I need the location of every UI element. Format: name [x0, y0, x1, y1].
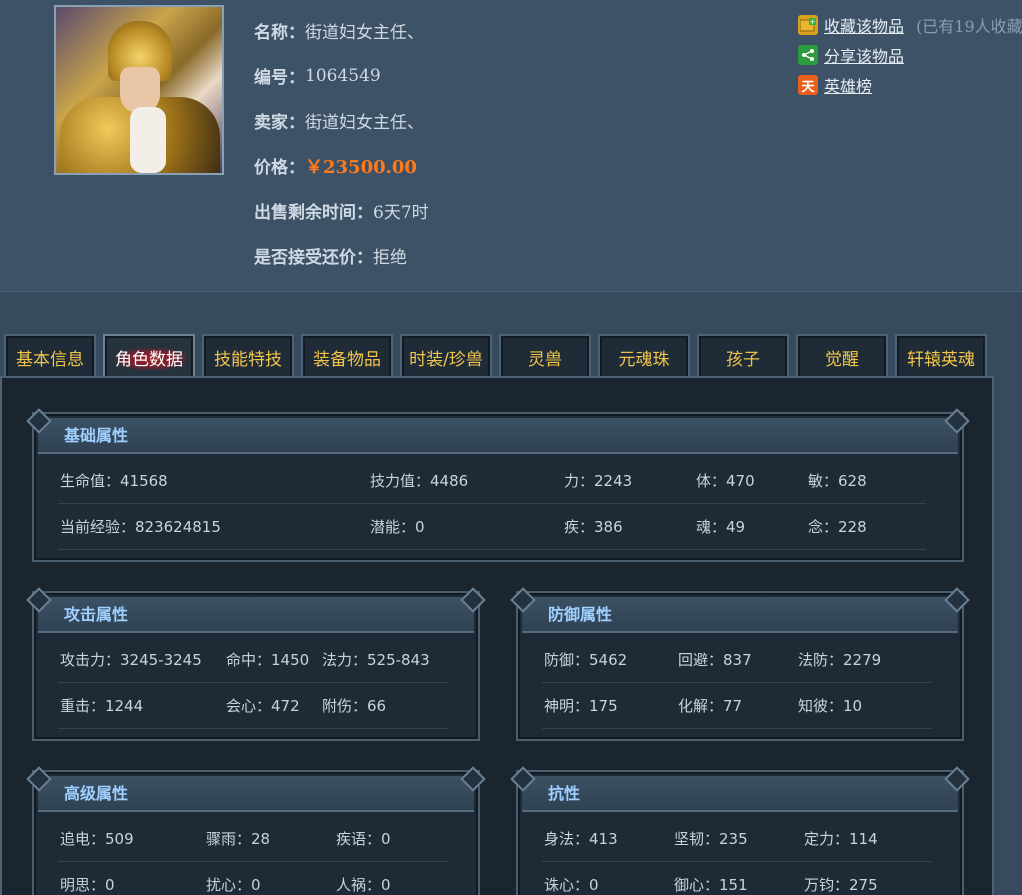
item-name: 街道妇女主任、 — [305, 23, 424, 43]
favorite-count: (已有19人收藏 — [916, 17, 1022, 36]
section-title: 基础属性 — [38, 418, 958, 454]
seller-name: 街道妇女主任、 — [305, 113, 424, 133]
stat-row: 身法：413 坚韧：235 定力：114 — [542, 816, 932, 862]
tab-equipment[interactable]: 装备物品 — [301, 334, 393, 378]
stat-speed: 疾：386 — [564, 518, 623, 536]
stat-insight: 知彼：10 — [798, 697, 863, 715]
stat-row: 明思：0 扰心：0 人祸：0 — [58, 862, 448, 895]
stat-shenfa: 身法：413 — [544, 830, 618, 848]
stat-accuracy: 命中：1450 — [226, 651, 310, 669]
price-label: 价格： — [254, 158, 305, 178]
stat-zhuxin: 诛心：0 — [544, 876, 599, 894]
stat-divine: 神明：175 — [544, 697, 618, 715]
tab-character-data[interactable]: 角色数据 — [103, 334, 195, 378]
name-row: 名称： 街道妇女主任、 — [254, 8, 429, 53]
time-left: 6天7时 — [373, 203, 429, 223]
stat-potential: 潜能：0 — [370, 518, 425, 536]
tab-children[interactable]: 孩子 — [697, 334, 789, 378]
seller-row: 卖家： 街道妇女主任、 — [254, 98, 429, 143]
name-label: 名称： — [254, 23, 305, 43]
section-title: 攻击属性 — [38, 597, 474, 633]
resistance-section: 抗性 身法：413 坚韧：235 定力：114 诛心：0 御心：151 万钧：2… — [516, 770, 964, 895]
favorite-action[interactable]: + 收藏该物品 (已有19人收藏 — [798, 10, 1022, 40]
counter-offer-row: 是否接受还价： 拒绝 — [254, 233, 429, 278]
price-value: ￥23500.00 — [305, 156, 417, 178]
item-info: 名称： 街道妇女主任、 编号： 1064549 卖家： 街道妇女主任、 价格： … — [254, 8, 429, 278]
attack-attributes-section: 攻击属性 攻击力：3245-3245 命中：1450 法力：525-843 重击… — [32, 591, 480, 741]
time-label: 出售剩余时间： — [254, 203, 373, 223]
stat-wanjun: 万钧：275 — [804, 876, 878, 894]
stat-jianren: 坚韧：235 — [674, 830, 748, 848]
stat-row: 重击：1244 会心：472 附伤：66 — [58, 683, 448, 729]
stat-row: 神明：175 化解：77 知彼：10 — [542, 683, 932, 729]
share-icon — [798, 45, 818, 65]
stat-dingli: 定力：114 — [804, 830, 878, 848]
stat-evasion: 回避：837 — [678, 651, 752, 669]
stat-raoxin: 扰心：0 — [206, 876, 261, 894]
section-title: 高级属性 — [38, 776, 474, 812]
stat-row: 攻击力：3245-3245 命中：1450 法力：525-843 — [58, 637, 448, 683]
section-title: 防御属性 — [522, 597, 958, 633]
stat-extra-damage: 附伤：66 — [322, 697, 387, 715]
stat-zhuidian: 追电：509 — [60, 830, 134, 848]
stat-heavy-strike: 重击：1244 — [60, 697, 144, 715]
tab-xuanyuan-soul[interactable]: 轩辕英魂 — [895, 334, 987, 378]
stat-mind: 念：228 — [808, 518, 867, 536]
basic-attributes-section: 基础属性 生命值：41568 技力值：4486 力：2243 体：470 敏：6… — [32, 412, 964, 562]
stat-attack: 攻击力：3245-3245 — [60, 651, 202, 669]
stat-row: 追电：509 骤雨：28 疾语：0 — [58, 816, 448, 862]
stat-defense: 防御：5462 — [544, 651, 628, 669]
counter-offer-label: 是否接受还价： — [254, 248, 373, 268]
stat-yuxin: 御心：151 — [674, 876, 748, 894]
stat-row: 生命值：41568 技力值：4486 力：2243 体：470 敏：628 — [58, 458, 926, 504]
stat-body: 体：470 — [696, 472, 755, 490]
stat-zhouyu: 骤雨：28 — [206, 830, 271, 848]
tab-bar: 基本信息 角色数据 技能特技 装备物品 时装/珍兽 灵兽 元魂珠 孩子 觉醒 轩… — [0, 334, 1022, 378]
section-title: 抗性 — [522, 776, 958, 812]
defense-attributes-section: 防御属性 防御：5462 回避：837 法防：2279 神明：175 化解：77… — [516, 591, 964, 741]
stat-dissolve: 化解：77 — [678, 697, 743, 715]
share-action[interactable]: 分享该物品 — [798, 40, 1022, 70]
item-id: 1064549 — [305, 65, 381, 86]
character-data-panel: 基础属性 生命值：41568 技力值：4486 力：2243 体：470 敏：6… — [0, 376, 994, 895]
stat-row: 防御：5462 回避：837 法防：2279 — [542, 637, 932, 683]
tab-awakening[interactable]: 觉醒 — [796, 334, 888, 378]
svg-text:+: + — [810, 18, 816, 26]
stat-renhuo: 人祸：0 — [336, 876, 391, 894]
stat-hp: 生命值：41568 — [60, 472, 168, 490]
price-row: 价格： ￥23500.00 — [254, 143, 429, 188]
favorite-folder-icon: + — [798, 15, 818, 35]
item-actions: + 收藏该物品 (已有19人收藏 分享该物品 天 英雄榜 — [798, 10, 1022, 100]
heroes-ranking-icon: 天 — [798, 75, 818, 95]
tab-fashion-pets[interactable]: 时装/珍兽 — [400, 334, 492, 378]
tab-spirit-beast[interactable]: 灵兽 — [499, 334, 591, 378]
stat-agility: 敏：628 — [808, 472, 867, 490]
heroes-link[interactable]: 英雄榜 — [824, 73, 872, 97]
stat-strength: 力：2243 — [564, 472, 633, 490]
stat-magic-defense: 法防：2279 — [798, 651, 882, 669]
stat-row: 诛心：0 御心：151 万钧：275 — [542, 862, 932, 895]
tab-soul-orb[interactable]: 元魂珠 — [598, 334, 690, 378]
share-link[interactable]: 分享该物品 — [824, 43, 904, 67]
advanced-attributes-section: 高级属性 追电：509 骤雨：28 疾语：0 明思：0 扰心：0 人祸：0 — [32, 770, 480, 895]
stat-skill-points: 技力值：4486 — [370, 472, 469, 490]
stat-experience: 当前经验：823624815 — [60, 518, 221, 536]
tab-skills[interactable]: 技能特技 — [202, 334, 294, 378]
counter-offer-value: 拒绝 — [373, 248, 407, 268]
favorite-link[interactable]: 收藏该物品 — [824, 13, 904, 37]
tab-basic-info[interactable]: 基本信息 — [4, 334, 96, 378]
item-summary: 名称： 街道妇女主任、 编号： 1064549 卖家： 街道妇女主任、 价格： … — [0, 0, 1022, 292]
id-row: 编号： 1064549 — [254, 53, 429, 98]
stat-jiyu: 疾语：0 — [336, 830, 391, 848]
heroes-action[interactable]: 天 英雄榜 — [798, 70, 1022, 100]
time-row: 出售剩余时间： 6天7时 — [254, 188, 429, 233]
character-portrait — [54, 5, 224, 175]
id-label: 编号： — [254, 68, 305, 88]
stat-row: 当前经验：823624815 潜能：0 疾：386 魂：49 念：228 — [58, 504, 926, 550]
seller-label: 卖家： — [254, 113, 305, 133]
stat-mingsi: 明思：0 — [60, 876, 115, 894]
stat-magic-power: 法力：525-843 — [322, 651, 430, 669]
stat-critical: 会心：472 — [226, 697, 300, 715]
stat-soul: 魂：49 — [696, 518, 746, 536]
